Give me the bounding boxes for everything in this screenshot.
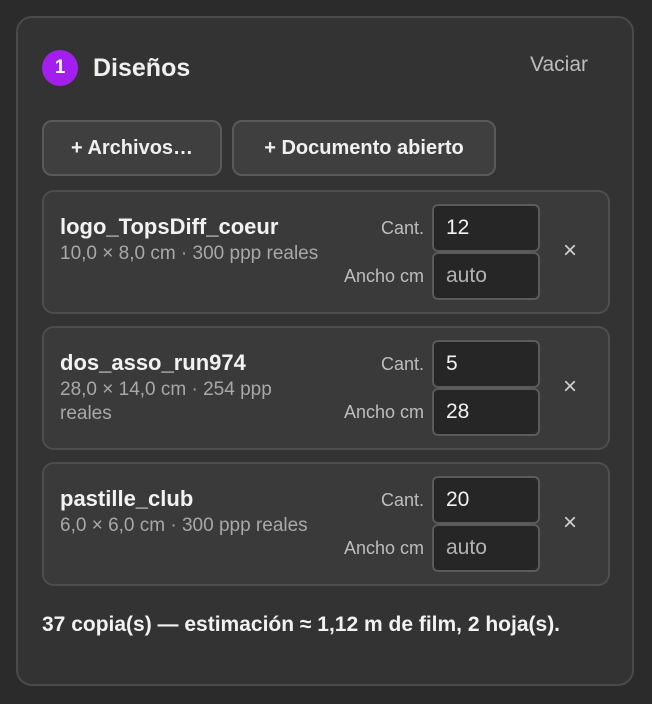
clear-button[interactable]: Vaciar xyxy=(530,53,588,77)
design-meta: 28,0 × 14,0 cm · 254 ppp reales xyxy=(60,379,272,424)
quantity-label: Cant. xyxy=(380,354,424,374)
remove-icon[interactable]: × xyxy=(556,234,584,268)
remove-icon[interactable]: × xyxy=(556,506,584,540)
width-input[interactable] xyxy=(432,252,540,300)
quantity-input[interactable] xyxy=(432,476,540,524)
remove-icon[interactable]: × xyxy=(556,370,584,404)
width-input[interactable] xyxy=(432,524,540,572)
design-item: dos_asso_run974 28,0 × 14,0 cm · 254 ppp… xyxy=(42,326,610,450)
designs-panel: 1 Diseños Vaciar + Archivos… + Documento… xyxy=(16,16,634,686)
design-name: dos_asso_run974 xyxy=(60,350,246,375)
panel-title: Diseños xyxy=(93,53,191,82)
design-meta: 6,0 × 6,0 cm · 300 ppp reales xyxy=(60,515,308,536)
add-open-document-button[interactable]: + Documento abierto xyxy=(232,120,496,176)
width-label: Ancho cm xyxy=(343,266,424,286)
panel-header: 1 Diseños xyxy=(42,50,190,86)
step-badge: 1 xyxy=(42,50,78,86)
quantity-input[interactable] xyxy=(432,340,540,388)
design-name: pastille_club xyxy=(60,486,194,511)
quantity-label: Cant. xyxy=(380,490,424,510)
quantity-input[interactable] xyxy=(432,204,540,252)
design-meta: 10,0 × 8,0 cm · 300 ppp reales xyxy=(60,243,319,264)
quantity-label: Cant. xyxy=(380,218,424,238)
design-item: logo_TopsDiff_coeur 10,0 × 8,0 cm · 300 … xyxy=(42,190,610,314)
design-item: pastille_club 6,0 × 6,0 cm · 300 ppp rea… xyxy=(42,462,610,586)
design-name: logo_TopsDiff_coeur xyxy=(60,214,279,239)
width-label: Ancho cm xyxy=(343,538,424,558)
estimate-summary: 37 copia(s) — estimación ≈ 1,12 m de fil… xyxy=(42,613,561,636)
width-input[interactable] xyxy=(432,388,540,436)
width-label: Ancho cm xyxy=(343,402,424,422)
add-files-button[interactable]: + Archivos… xyxy=(42,120,222,176)
